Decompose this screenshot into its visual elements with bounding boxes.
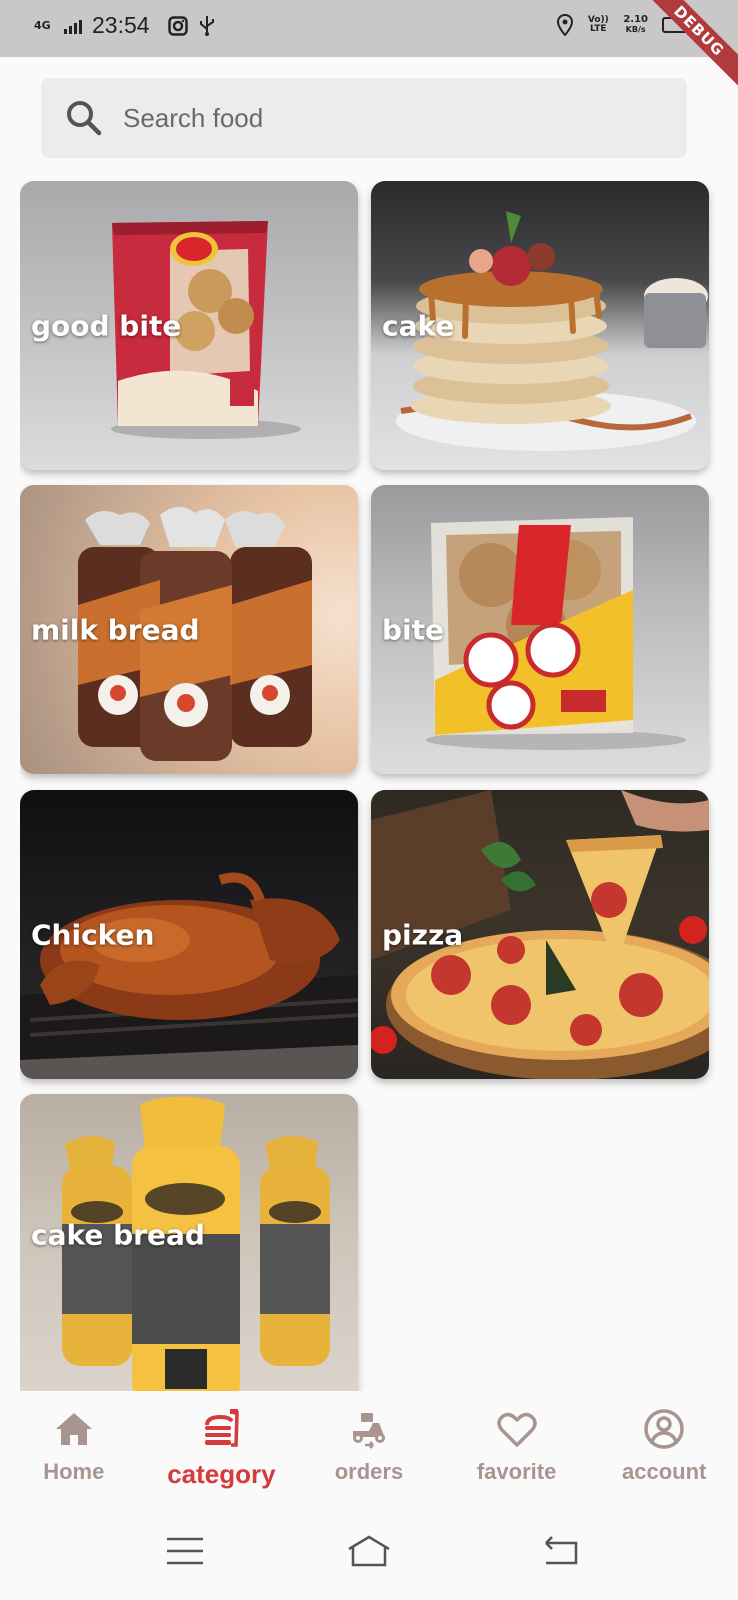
home-button-icon[interactable] <box>345 1531 393 1571</box>
search-bar[interactable] <box>41 78 687 158</box>
category-card-cake-bread[interactable]: cake bread <box>20 1094 358 1391</box>
category-label: milk bread <box>31 613 200 646</box>
nav-favorite-label: favorite <box>476 1459 557 1484</box>
category-label: cake bread <box>31 1218 205 1252</box>
category-label: pizza <box>382 918 464 951</box>
account-circle-icon <box>644 1409 684 1449</box>
instagram-icon <box>167 15 188 36</box>
system-navigation <box>0 1509 738 1600</box>
nav-home-label: Home <box>43 1459 105 1484</box>
usb-icon <box>199 15 214 36</box>
nav-account-label: account <box>621 1459 707 1484</box>
home-icon <box>55 1413 92 1445</box>
speed-unit: KB/s <box>625 25 646 34</box>
category-card-bite[interactable]: bite <box>371 485 709 774</box>
nav-favorite[interactable]: favorite <box>443 1391 591 1509</box>
category-card-milk-bread[interactable]: milk bread <box>20 485 358 774</box>
volte-indicator: Vo)) LTE <box>587 15 609 34</box>
category-label: good bite <box>31 309 182 342</box>
category-label: bite <box>382 613 445 646</box>
category-card-chicken[interactable]: Chicken <box>20 790 358 1079</box>
location-icon <box>557 14 574 36</box>
nav-orders[interactable]: orders <box>295 1391 443 1509</box>
nav-account[interactable]: account <box>590 1391 738 1509</box>
category-icon <box>205 1409 240 1447</box>
bottom-navigation: Home category orders favorite account <box>0 1391 738 1509</box>
screen: 4G 23:54 Vo)) LTE 2.10 KB/s DEBUG Search… <box>0 0 738 1600</box>
heart-icon <box>496 1412 537 1447</box>
category-label: Chicken <box>31 918 155 951</box>
nav-orders-label: orders <box>334 1459 404 1484</box>
status-time: 23:54 <box>92 12 150 38</box>
category-card-good-bite[interactable]: good bite <box>20 181 358 470</box>
delivery-scooter-icon <box>352 1413 385 1449</box>
status-bar: 4G 23:54 Vo)) LTE 2.10 KB/s DEBUG <box>0 0 738 92</box>
signal-icon <box>64 18 82 34</box>
nav-category-label: category <box>167 1459 276 1489</box>
search-input[interactable] <box>123 102 603 134</box>
category-grid: good bite cake milk bread bite Chicken p… <box>20 181 720 1391</box>
back-icon[interactable] <box>540 1531 584 1571</box>
search-icon <box>67 101 102 136</box>
speed-value: 2.10 <box>623 14 648 25</box>
nav-home[interactable]: Home <box>0 1391 148 1509</box>
category-card-pizza[interactable]: pizza <box>371 790 709 1079</box>
network-speed: 2.10 KB/s <box>623 15 648 35</box>
category-label: cake <box>382 309 455 342</box>
nav-category[interactable]: category <box>148 1391 296 1509</box>
category-card-cake[interactable]: cake <box>371 181 709 470</box>
menu-icon[interactable] <box>163 1531 207 1571</box>
status-left: 4G 23:54 <box>34 12 216 39</box>
network-type: 4G <box>34 19 51 32</box>
